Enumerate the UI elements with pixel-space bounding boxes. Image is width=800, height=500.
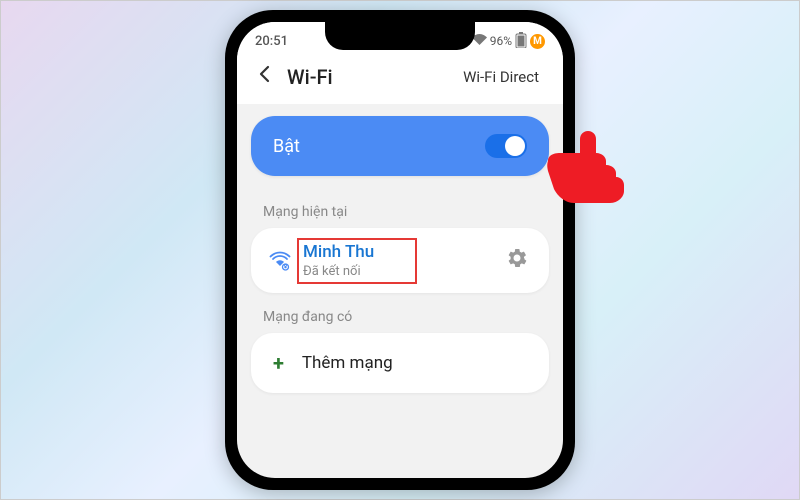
gear-icon[interactable] [503, 248, 531, 273]
phone-notch [325, 22, 475, 50]
battery-icon [515, 32, 527, 51]
page-title: Wi-Fi [287, 65, 451, 89]
network-name: Minh Thu [303, 242, 491, 262]
profile-badge: M [530, 34, 545, 49]
screen-header: Wi-Fi Wi-Fi Direct [237, 54, 563, 104]
phone-screen: 20:51 96% M Wi-Fi Wi-Fi Direct [237, 22, 563, 478]
wifi-toggle-label: Bật [273, 136, 300, 157]
add-network-card[interactable]: + Thêm mạng [251, 333, 549, 393]
wifi-toggle-card[interactable]: Bật [251, 116, 549, 176]
plus-icon: + [273, 351, 284, 375]
status-time: 20:51 [255, 34, 288, 49]
switch-knob [505, 136, 525, 156]
network-info: Minh Thu Đã kết nối [303, 242, 491, 279]
add-network-label: Thêm mạng [302, 353, 393, 373]
wifi-icon [269, 251, 291, 271]
wifi-direct-button[interactable]: Wi-Fi Direct [463, 68, 539, 86]
phone-frame: 20:51 96% M Wi-Fi Wi-Fi Direct [225, 10, 575, 490]
wifi-switch[interactable] [485, 134, 527, 158]
annotation-pointing-hand [546, 131, 626, 207]
back-icon[interactable] [255, 64, 275, 90]
available-network-section-label: Mạng đang có [237, 293, 563, 333]
current-network-card[interactable]: Minh Thu Đã kết nối [251, 228, 549, 293]
current-network-section-label: Mạng hiện tại [237, 188, 563, 228]
network-status: Đã kết nối [303, 264, 491, 279]
battery-text: 96% [490, 34, 512, 48]
